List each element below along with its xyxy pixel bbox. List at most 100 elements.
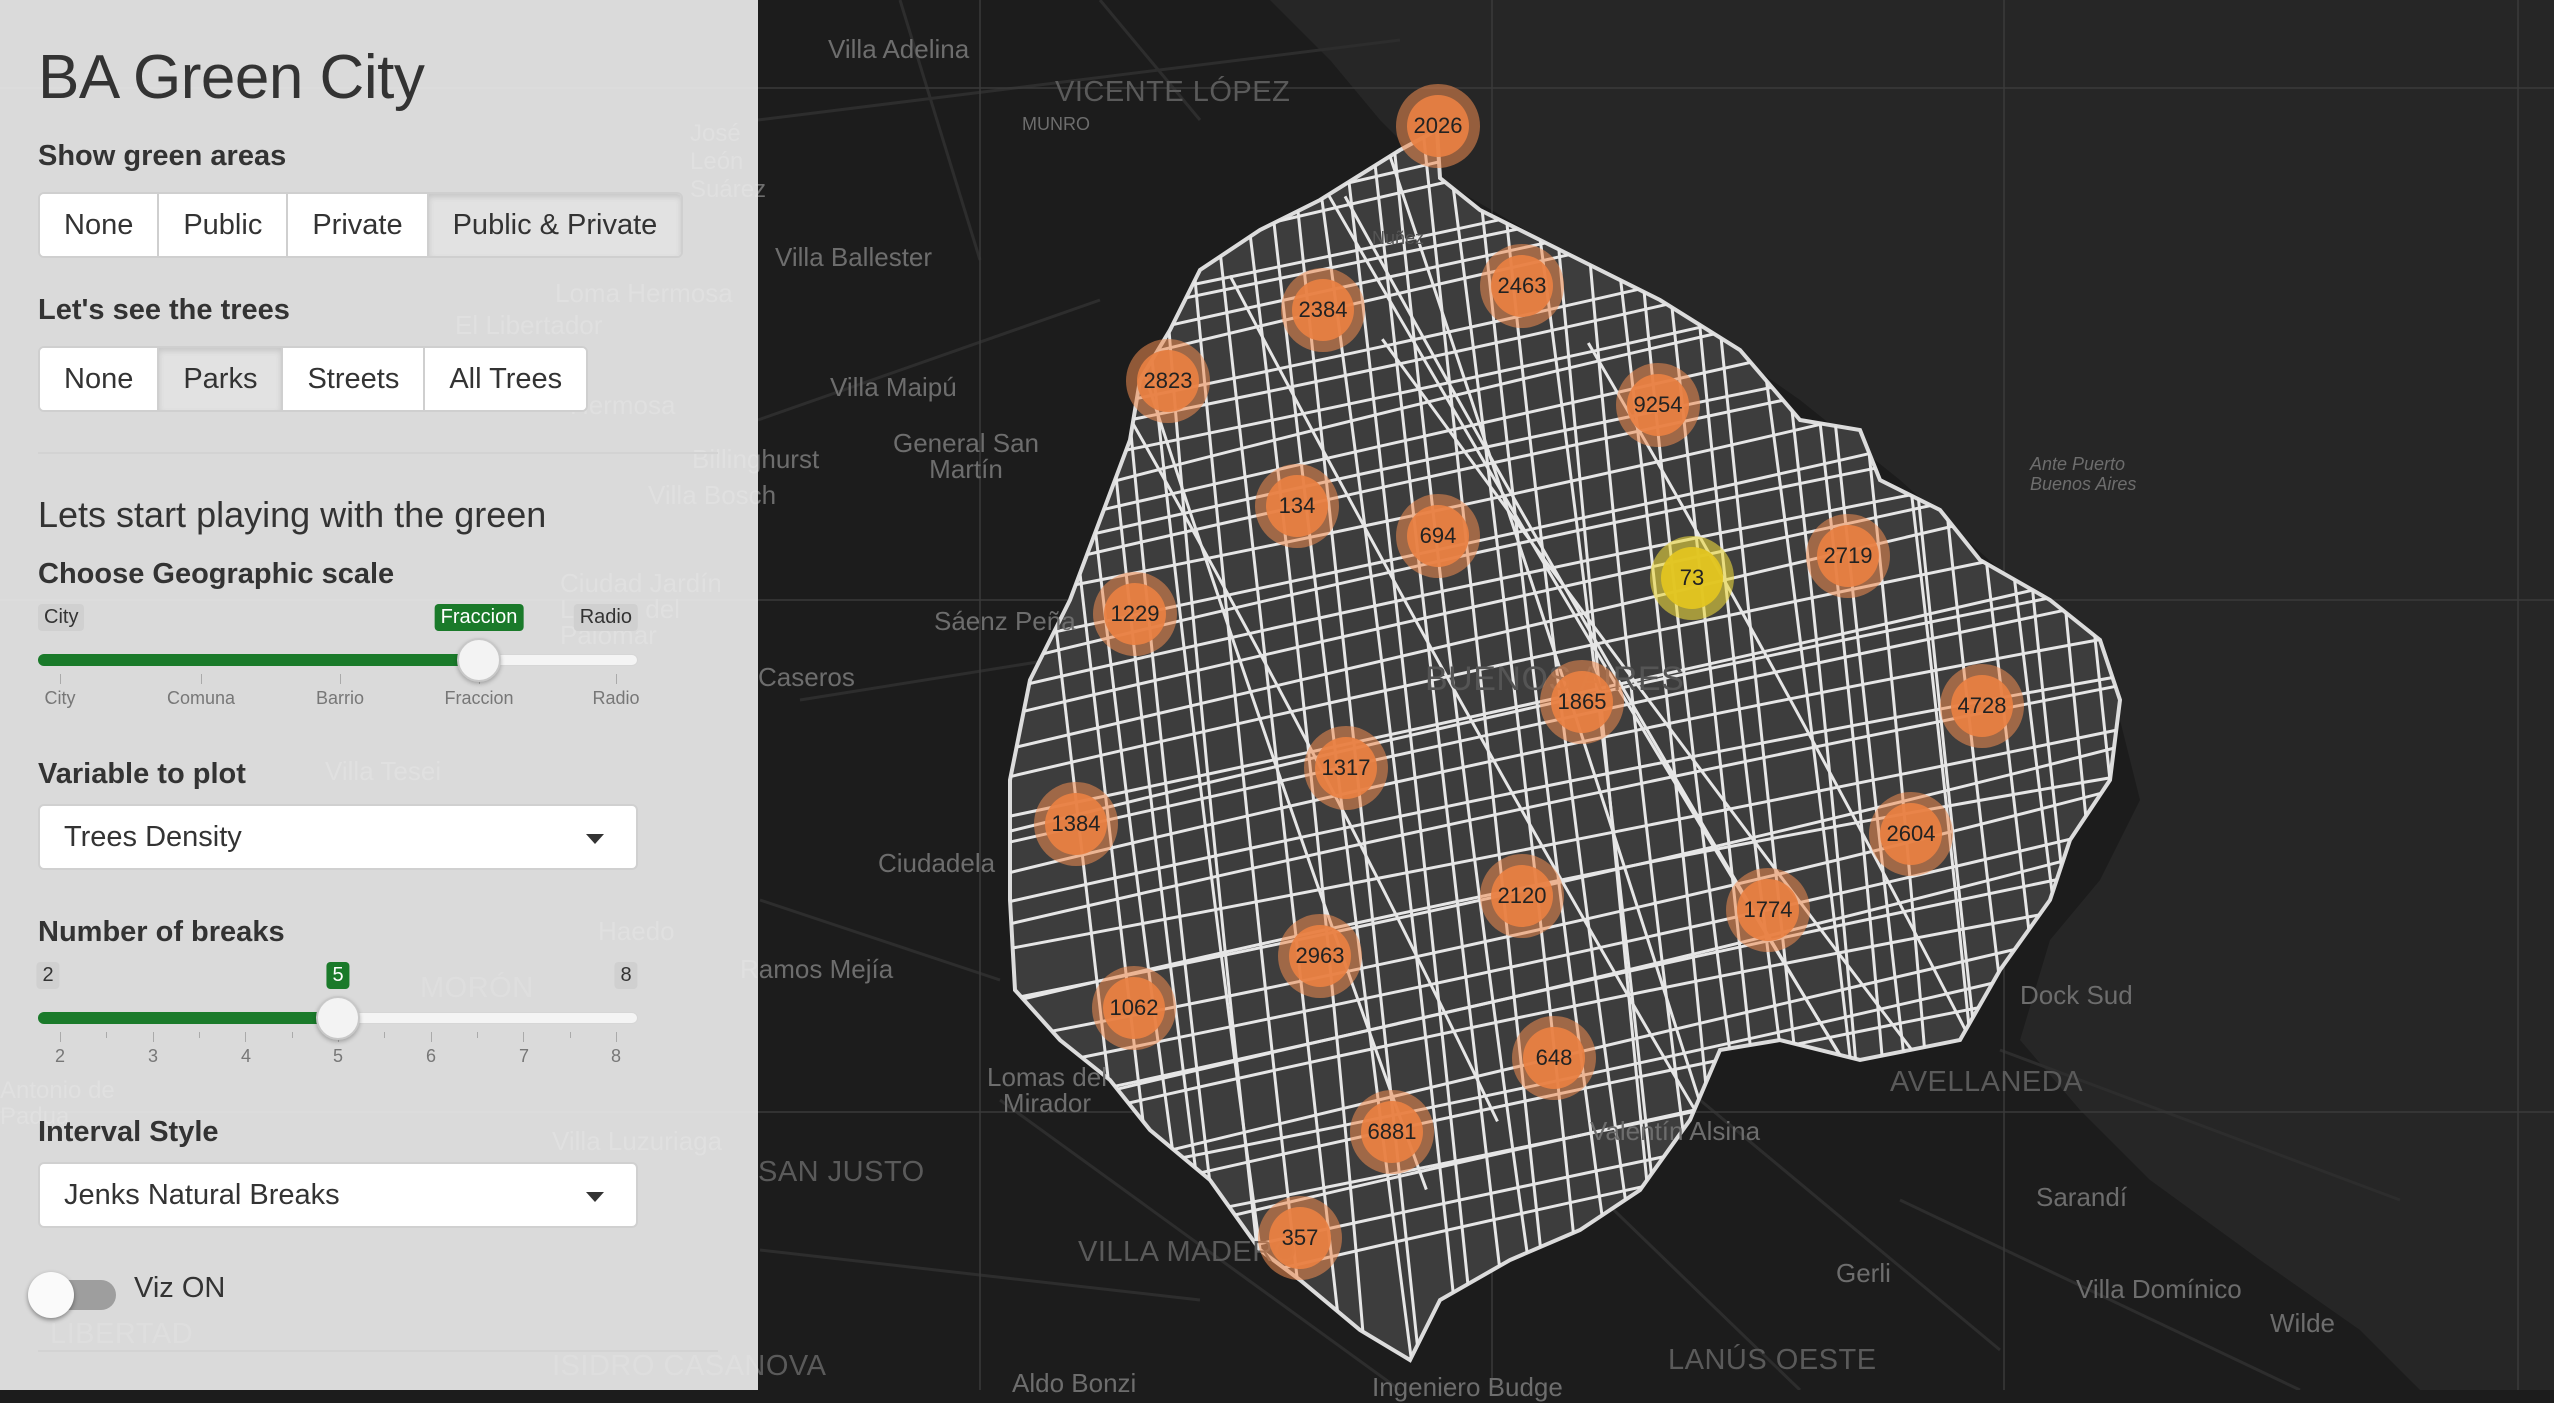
slider-fill: [38, 1012, 338, 1024]
cluster-count: 694: [1407, 505, 1469, 567]
slider-tick: [477, 1032, 478, 1038]
cluster-count: 1865: [1551, 671, 1613, 733]
slider-value-label: 5: [326, 962, 350, 989]
cluster-marker[interactable]: 1317: [1304, 726, 1388, 810]
slider-max-label: 8: [614, 962, 638, 989]
cluster-marker[interactable]: 694: [1396, 494, 1480, 578]
slider-tick-label: 7: [518, 1046, 530, 1066]
cluster-marker[interactable]: 73: [1650, 536, 1734, 620]
variable-label: Variable to plot: [38, 758, 246, 790]
slider-tick: [291, 1032, 293, 1038]
cluster-count: 1774: [1737, 879, 1799, 941]
breaks-slider[interactable]: 2 5 8 2 3 4 5 6 7 8: [36, 962, 638, 1072]
slider-tick-label: City: [44, 688, 76, 708]
cluster-marker[interactable]: 2719: [1806, 514, 1890, 598]
toggle-knob: [28, 1272, 74, 1318]
cluster-count: 73: [1661, 547, 1723, 609]
slider-tick: [199, 1032, 200, 1038]
cluster-count: 648: [1523, 1027, 1585, 1089]
cluster-marker[interactable]: 2823: [1126, 339, 1210, 423]
slider-tick-label: 8: [610, 1046, 622, 1066]
cluster-count: 6881: [1361, 1101, 1423, 1163]
trees-none-button[interactable]: None: [40, 348, 160, 410]
slider-fill: [38, 654, 479, 666]
slider-tick-label: 5: [332, 1046, 344, 1066]
interval-style-select-value: Jenks Natural Breaks: [64, 1178, 340, 1211]
slider-tick-label: Fraccion: [444, 688, 514, 708]
cluster-count: 357: [1269, 1207, 1331, 1269]
green-areas-none-button[interactable]: None: [40, 194, 160, 256]
cluster-marker[interactable]: 2120: [1480, 854, 1564, 938]
section-title: Lets start playing with the green: [38, 494, 547, 535]
cluster-marker[interactable]: 1384: [1034, 782, 1118, 866]
cluster-marker[interactable]: 2963: [1278, 914, 1362, 998]
slider-tick: [384, 1032, 386, 1038]
trees-all-button[interactable]: All Trees: [425, 348, 587, 410]
slider-tick: [616, 1032, 617, 1042]
cluster-count: 4728: [1951, 675, 2013, 737]
cluster-count: 9254: [1627, 374, 1689, 436]
slider-tick: [569, 1032, 571, 1038]
cluster-count: 2963: [1289, 925, 1351, 987]
cluster-marker[interactable]: 134: [1255, 464, 1339, 548]
slider-tick-label: 4: [240, 1046, 252, 1066]
slider-tick: [152, 1032, 154, 1042]
cluster-marker[interactable]: 1774: [1726, 868, 1810, 952]
slider-tick-label: 3: [147, 1046, 159, 1066]
slider-tick: [201, 674, 202, 684]
viz-toggle[interactable]: [28, 1268, 118, 1318]
slider-handle[interactable]: [457, 638, 501, 682]
slider-tick-label: Radio: [592, 688, 640, 708]
cluster-count: 1062: [1103, 977, 1165, 1039]
cluster-count: 2823: [1137, 350, 1199, 412]
slider-tick: [106, 1032, 108, 1038]
slider-value-label: Fraccion: [434, 604, 524, 631]
breaks-label: Number of breaks: [38, 916, 285, 948]
cluster-count: 2026: [1407, 95, 1469, 157]
cluster-marker[interactable]: 2463: [1480, 244, 1564, 328]
cluster-count: 1317: [1315, 737, 1377, 799]
cluster-marker[interactable]: 1865: [1540, 660, 1624, 744]
slider-tick-label: 2: [54, 1046, 66, 1066]
cluster-count: 2120: [1491, 865, 1553, 927]
cluster-marker[interactable]: 4728: [1940, 664, 2024, 748]
cluster-marker[interactable]: 648: [1512, 1016, 1596, 1100]
interval-style-select[interactable]: Jenks Natural Breaks: [38, 1162, 638, 1228]
cluster-marker[interactable]: 2604: [1869, 792, 1953, 876]
cluster-marker[interactable]: 1229: [1093, 572, 1177, 656]
green-areas-public-private-button[interactable]: Public & Private: [428, 194, 682, 256]
slider-tick: [245, 1032, 247, 1042]
variable-select-value: Trees Density: [64, 820, 242, 853]
green-areas-public-button[interactable]: Public: [159, 194, 289, 256]
cluster-count: 134: [1266, 475, 1328, 537]
cluster-marker[interactable]: 9254: [1616, 363, 1700, 447]
cluster-marker[interactable]: 2026: [1396, 84, 1480, 168]
green-areas-label: Show green areas: [38, 140, 287, 172]
trees-label: Let's see the trees: [38, 294, 290, 326]
cluster-count: 1384: [1045, 793, 1107, 855]
divider: [38, 452, 718, 454]
geo-scale-slider[interactable]: City Fraccion Radio City Comuna Barrio F…: [38, 604, 640, 714]
green-areas-private-button[interactable]: Private: [288, 194, 429, 256]
app-title: BA Green City: [38, 43, 425, 112]
cluster-marker[interactable]: 2384: [1281, 268, 1365, 352]
cluster-marker[interactable]: 6881: [1350, 1090, 1434, 1174]
cluster-count: 2463: [1491, 255, 1553, 317]
slider-tick: [523, 1032, 525, 1042]
cluster-count: 1229: [1104, 583, 1166, 645]
cluster-marker[interactable]: 1062: [1092, 966, 1176, 1050]
chevron-down-icon: [586, 1192, 604, 1202]
divider: [38, 1350, 718, 1352]
slider-handle[interactable]: [316, 996, 360, 1040]
slider-max-label: Radio: [573, 604, 638, 631]
trees-parks-button[interactable]: Parks: [159, 348, 284, 410]
cluster-count: 2604: [1880, 803, 1942, 865]
green-areas-button-group: None Public Private Public & Private: [38, 192, 684, 258]
variable-select[interactable]: Trees Density: [38, 804, 638, 870]
trees-streets-button[interactable]: Streets: [283, 348, 426, 410]
cluster-marker[interactable]: 357: [1258, 1196, 1342, 1280]
viz-toggle-label: Viz ON: [134, 1272, 226, 1304]
trees-button-group: None Parks Streets All Trees: [38, 346, 589, 412]
control-panel: BA Green City Show green areas None Publ…: [0, 0, 758, 1390]
slider-tick: [60, 1032, 61, 1042]
